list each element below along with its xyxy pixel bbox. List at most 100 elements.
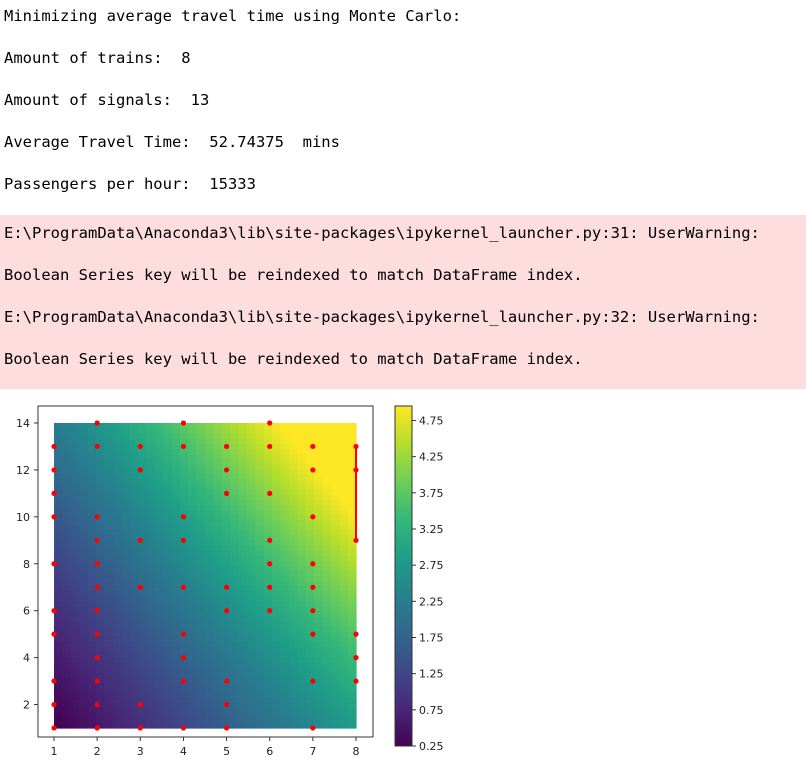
heat-cell bbox=[112, 651, 122, 658]
marker-point bbox=[94, 420, 100, 426]
heat-cell bbox=[171, 473, 181, 480]
heat-cell bbox=[70, 550, 80, 556]
heat-cell bbox=[104, 499, 114, 505]
heat-cell bbox=[54, 661, 63, 668]
heat-cell bbox=[238, 631, 248, 638]
heat-cell bbox=[54, 458, 63, 465]
marker-point bbox=[353, 467, 359, 473]
heat-cell bbox=[95, 453, 105, 460]
heat-cell bbox=[322, 570, 332, 577]
heat-cell bbox=[70, 524, 80, 531]
heat-cell bbox=[280, 661, 290, 668]
heat-cell bbox=[87, 484, 97, 490]
heat-cell bbox=[54, 438, 63, 444]
heat-cell bbox=[305, 453, 315, 460]
heat-cell bbox=[238, 722, 248, 729]
heat-cell bbox=[322, 555, 332, 561]
heat-cell bbox=[255, 539, 265, 546]
heat-cell bbox=[112, 458, 122, 465]
heat-cell bbox=[280, 575, 290, 582]
heat-cell bbox=[255, 722, 265, 729]
heat-cell bbox=[221, 484, 231, 490]
heat-cell bbox=[297, 499, 307, 505]
heat-cell bbox=[314, 677, 324, 683]
heat-cell bbox=[322, 600, 332, 607]
heat-cell bbox=[70, 611, 80, 617]
heat-cell bbox=[121, 478, 131, 485]
heat-cell bbox=[87, 580, 97, 587]
heat-cell bbox=[322, 509, 332, 516]
heat-cell bbox=[154, 687, 164, 694]
heat-cell bbox=[205, 702, 214, 709]
heat-cell bbox=[104, 473, 114, 480]
heat-cell bbox=[146, 514, 156, 521]
heat-cell bbox=[129, 651, 139, 658]
heat-cell bbox=[330, 489, 340, 495]
heat-cell bbox=[205, 707, 214, 714]
marker-point bbox=[180, 420, 187, 426]
heat-cell bbox=[297, 616, 307, 622]
heat-cell bbox=[205, 682, 214, 688]
heat-cell bbox=[104, 453, 114, 460]
heat-cell bbox=[163, 590, 173, 597]
heat-cell bbox=[188, 722, 198, 729]
heat-cell bbox=[79, 509, 89, 516]
y-tick-label: 6 bbox=[23, 605, 30, 618]
heat-cell bbox=[171, 656, 181, 663]
heat-cell bbox=[188, 560, 198, 566]
heat-cell bbox=[314, 667, 324, 673]
heat-cell bbox=[95, 687, 105, 694]
heat-cell bbox=[280, 448, 290, 455]
heat-cell bbox=[171, 580, 181, 587]
heat-cell bbox=[205, 631, 214, 638]
heat-cell bbox=[87, 433, 97, 439]
heat-cell bbox=[146, 661, 156, 668]
heat-cell bbox=[112, 423, 122, 429]
heat-cell bbox=[62, 682, 72, 688]
heat-cell bbox=[297, 565, 307, 572]
heat-cell bbox=[146, 616, 156, 622]
heat-cell bbox=[87, 667, 97, 673]
heat-cell bbox=[163, 606, 173, 612]
heat-cell bbox=[246, 606, 256, 612]
heat-cell bbox=[154, 677, 164, 683]
heat-cell bbox=[347, 712, 357, 719]
heat-cell bbox=[280, 600, 290, 607]
heat-cell bbox=[179, 626, 189, 633]
heat-cell bbox=[339, 565, 349, 572]
heat-cell bbox=[79, 570, 89, 577]
heat-cell bbox=[322, 560, 332, 566]
heat-cell bbox=[121, 677, 131, 683]
heat-cell bbox=[196, 509, 206, 516]
heat-cell bbox=[238, 656, 248, 663]
heat-cell bbox=[154, 600, 164, 607]
heat-cell bbox=[112, 550, 122, 556]
heat-cell bbox=[121, 651, 131, 658]
heat-cell bbox=[79, 707, 89, 714]
heat-cell bbox=[163, 448, 173, 455]
heat-cell bbox=[221, 626, 231, 633]
heat-cell bbox=[137, 428, 147, 434]
heat-cell bbox=[297, 606, 307, 612]
heat-cell bbox=[62, 524, 72, 531]
heat-cell bbox=[112, 504, 122, 511]
heat-cell bbox=[322, 626, 332, 633]
heat-cell bbox=[205, 606, 214, 612]
heat-cell bbox=[95, 595, 105, 602]
heat-cell bbox=[79, 453, 89, 460]
heat-cell bbox=[121, 448, 131, 455]
heat-cell bbox=[171, 428, 181, 434]
heat-cell bbox=[230, 565, 240, 572]
heat-cell bbox=[238, 707, 248, 714]
heat-cell bbox=[188, 514, 198, 521]
heat-cell bbox=[322, 514, 332, 521]
heat-cell bbox=[280, 682, 290, 688]
heat-cell bbox=[171, 661, 181, 668]
heat-cell bbox=[146, 463, 156, 470]
heat-cell bbox=[339, 433, 349, 439]
heat-cell bbox=[339, 717, 349, 724]
heat-cell bbox=[112, 646, 122, 653]
heat-cell bbox=[146, 560, 156, 566]
marker-point bbox=[51, 678, 57, 684]
heat-cell bbox=[347, 697, 357, 704]
